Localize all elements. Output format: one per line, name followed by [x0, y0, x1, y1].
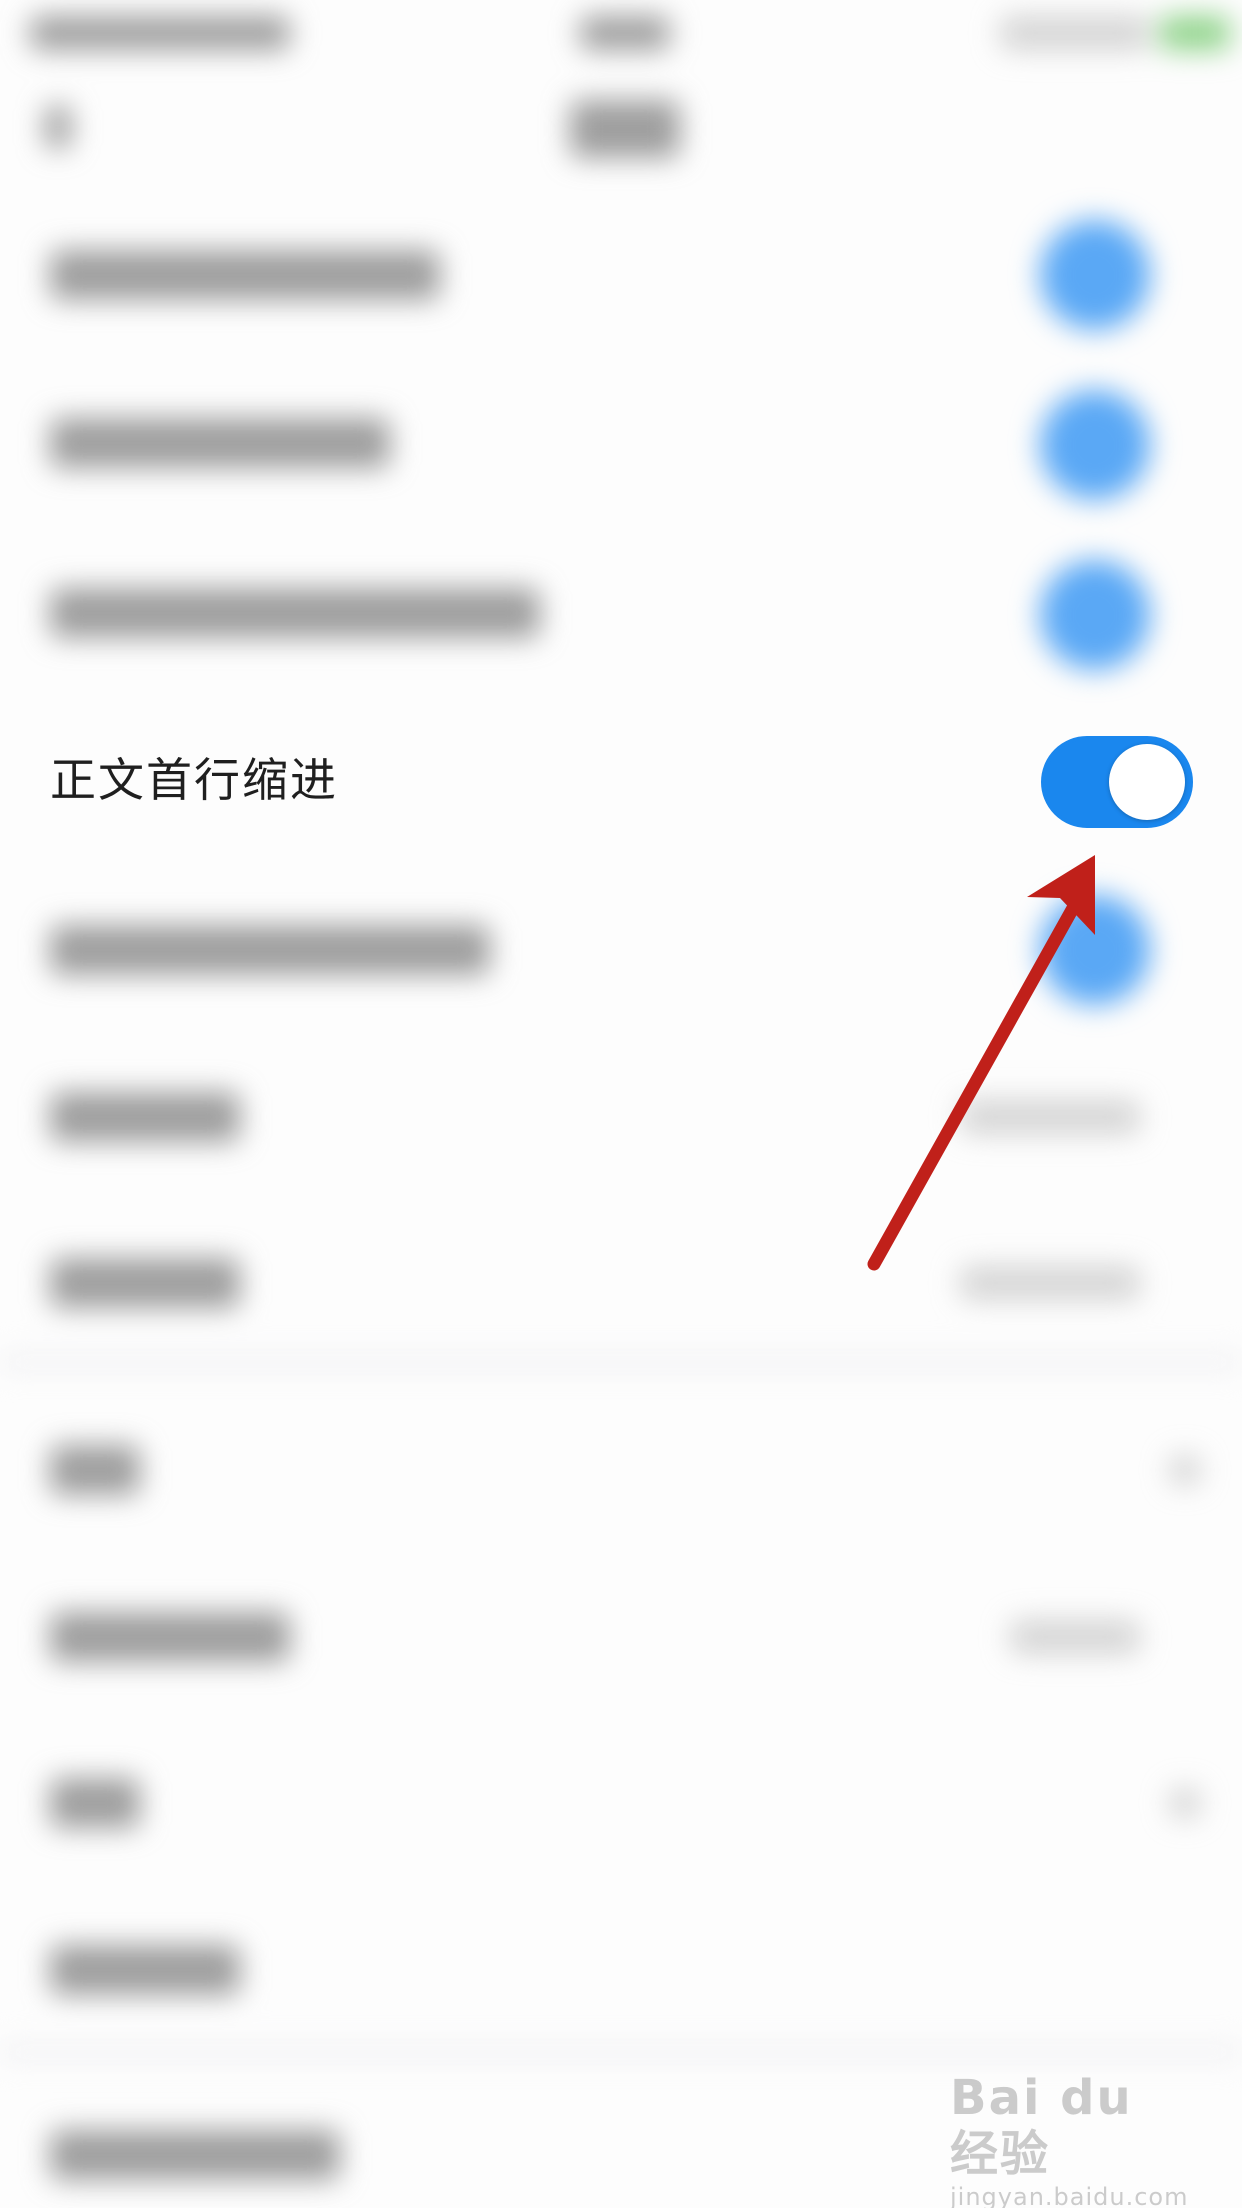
- blurred-row-value: [960, 1266, 1140, 1300]
- blurred-row-value: [960, 1100, 1140, 1134]
- blurred-toggle: [1040, 220, 1150, 330]
- battery-icon: [1160, 16, 1230, 50]
- toggle-knob: [1109, 744, 1185, 820]
- nav-title: [570, 100, 680, 158]
- chevron-right-icon: [1170, 1788, 1200, 1818]
- baidu-watermark: Bai du 经验 jingyan.baidu.com: [950, 2070, 1190, 2208]
- status-bar-time: [580, 16, 670, 50]
- status-bar-right: [1000, 16, 1150, 50]
- status-bar-left: [30, 16, 290, 50]
- blurred-row-label: [50, 1092, 240, 1142]
- blurred-toggle: [1040, 390, 1150, 500]
- blurred-row-label: [50, 2130, 340, 2180]
- blurred-row-label: [50, 1258, 240, 1308]
- blurred-row-label: [50, 1445, 140, 1495]
- blurred-row-value: [1010, 1620, 1140, 1654]
- watermark-brand: Bai du 经验: [950, 2070, 1133, 2182]
- blurred-row-label: [50, 250, 440, 300]
- first-line-indent-toggle[interactable]: [1041, 736, 1193, 828]
- setting-row-first-line-indent[interactable]: 正文首行缩进: [0, 720, 1242, 840]
- section-divider: [0, 1355, 1242, 1369]
- watermark-url: jingyan.baidu.com: [950, 2183, 1189, 2208]
- chevron-right-icon: [1170, 1455, 1200, 1485]
- setting-label: 正文首行缩进: [50, 753, 338, 807]
- blurred-row-label: [50, 418, 390, 468]
- section-divider: [0, 2045, 1242, 2059]
- settings-screen: 正文首行缩进 Bai du 经验 jingyan.baidu.com: [0, 0, 1242, 2208]
- blurred-toggle: [1040, 895, 1150, 1005]
- blurred-background: [0, 0, 1242, 2208]
- blurred-row-label: [50, 1778, 140, 1828]
- blurred-toggle: [1040, 560, 1150, 670]
- blurred-row-label: [50, 925, 490, 975]
- blurred-row-label: [50, 1945, 240, 1995]
- back-icon: [45, 105, 71, 149]
- blurred-row-label: [50, 588, 540, 638]
- blurred-row-label: [50, 1612, 290, 1662]
